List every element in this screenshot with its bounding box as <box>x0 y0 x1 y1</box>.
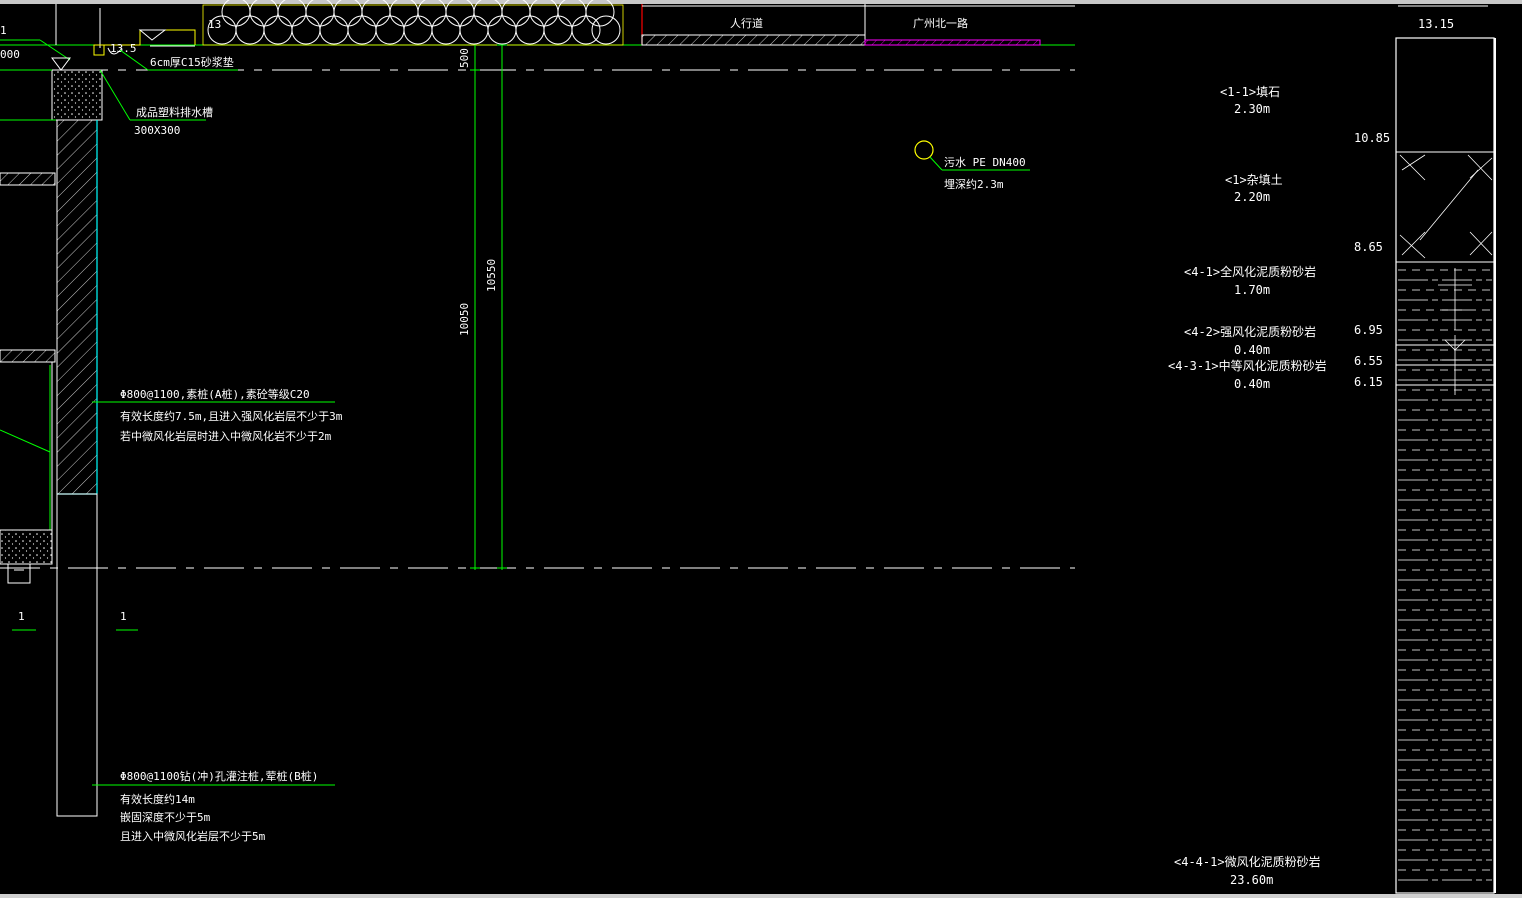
road-label: 广州北一路 <box>913 17 968 30</box>
section-mark-left: 1 <box>18 610 25 623</box>
sidewalk-label: 人行道 <box>730 16 763 30</box>
window-bottom-edge <box>0 894 1522 898</box>
strata-labels: <1-1>填石 2.30m <1>杂填土 2.20m <4-1>全风化泥质粉砂岩… <box>1168 85 1327 887</box>
stratum-2-thickness: 2.20m <box>1234 190 1270 204</box>
sidewalk-road <box>641 4 1075 46</box>
drain-title: 成品塑料排水槽 <box>136 105 213 119</box>
stratum-2-name: <1>杂填土 <box>1225 173 1283 187</box>
dim-10550: 10550 <box>485 259 498 292</box>
elev-6-15: 6.15 <box>1354 375 1383 389</box>
pile-a-line1: 有效长度约7.5m,且进入强风化岩层不少于3m <box>120 409 343 423</box>
stratum-1-thickness: 2.30m <box>1234 102 1270 116</box>
stratum-1-name: <1-1>填石 <box>1220 85 1280 99</box>
stratum-5-thickness: 0.40m <box>1234 377 1270 391</box>
elev-10-85: 10.85 <box>1354 131 1390 145</box>
pile-wall <box>56 119 98 817</box>
stratum-6-name: <4-4-1>微风化泥质粉砂岩 <box>1174 854 1321 869</box>
elev-13-15: 13.15 <box>1418 17 1454 31</box>
pile-a-line2: 若中微风化岩层时进入中微风化岩不少于2m <box>120 429 332 443</box>
left-cut-a: 1 <box>0 24 7 37</box>
gravel-circles <box>202 0 624 46</box>
stratum-5-name: <4-3-1>中等风化泥质粉砂岩 <box>1168 358 1327 373</box>
elev-8-65: 8.65 <box>1354 240 1383 254</box>
sand-layer-label: 6cm厚C15砂浆垫 <box>150 55 234 69</box>
pile-b-line3: 且进入中微风化岩层不少于5m <box>120 829 266 843</box>
stratum-3-name: <4-1>全风化泥质粉砂岩 <box>1184 264 1316 279</box>
dim-10050: 10050 <box>458 303 471 336</box>
dimension-lines <box>470 44 507 570</box>
cad-drawing[interactable]: 人行道 广州北一路 13.5 13 1 000 6cm厚C15砂浆垫 成品塑料排… <box>0 0 1522 898</box>
elevation-13: 13 <box>208 18 221 31</box>
dim-500: 500 <box>458 48 471 68</box>
section-mark-right: 1 <box>120 610 127 623</box>
pile-b-title: Φ800@1100钻(冲)孔灌注桩,荤桩(B桩) <box>120 769 318 783</box>
borehole-right-edge <box>1494 38 1496 893</box>
stratum-4-name: <4-2>强风化泥质粉砂岩 <box>1184 324 1316 339</box>
pile-a-title: Φ800@1100,素桩(A桩),素砼等级C20 <box>120 387 310 401</box>
left-structures <box>0 172 56 584</box>
elevation-13-5: 13.5 <box>110 42 137 55</box>
left-cut-b: 000 <box>0 48 20 61</box>
pipe-depth: 埋深约2.3m <box>944 178 1004 191</box>
stratum-6-thickness: 23.60m <box>1230 873 1273 887</box>
elev-6-95: 6.95 <box>1354 323 1383 337</box>
stratum-3-thickness: 1.70m <box>1234 283 1270 297</box>
stratum-4-thickness: 0.40m <box>1234 343 1270 357</box>
cad-viewport[interactable]: 人行道 广州北一路 13.5 13 1 000 6cm厚C15砂浆垫 成品塑料排… <box>0 0 1522 898</box>
drain-size: 300X300 <box>134 124 180 137</box>
borehole-column <box>1395 5 1495 894</box>
pile-b-line2: 嵌固深度不少于5m <box>120 810 211 824</box>
elevation-labels: 13.15 10.85 8.65 6.95 6.55 6.15 <box>1354 17 1454 389</box>
sewer-pipe-icon <box>914 140 934 160</box>
pipe-name: 污水 PE DN400 <box>944 156 1026 169</box>
elev-6-55: 6.55 <box>1354 354 1383 368</box>
pipe-leader <box>929 156 943 171</box>
pile-b-line1: 有效长度约14m <box>120 792 195 806</box>
